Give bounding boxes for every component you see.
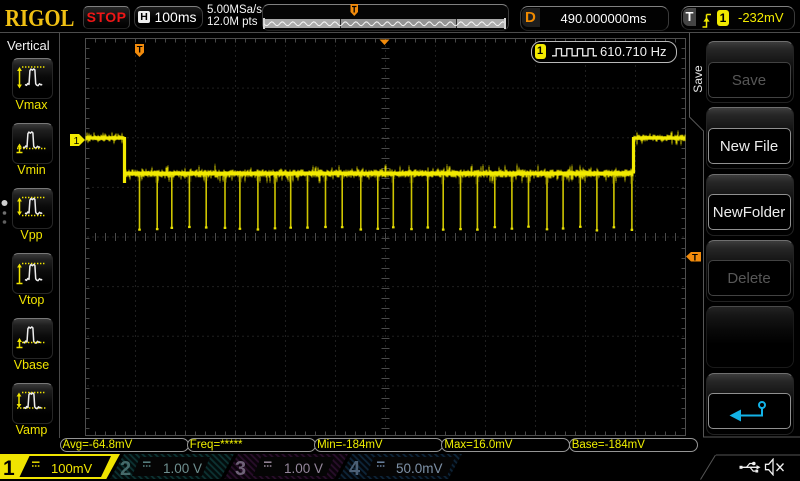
svg-text:1: 1: [74, 135, 80, 147]
svg-text:T: T: [137, 45, 143, 56]
